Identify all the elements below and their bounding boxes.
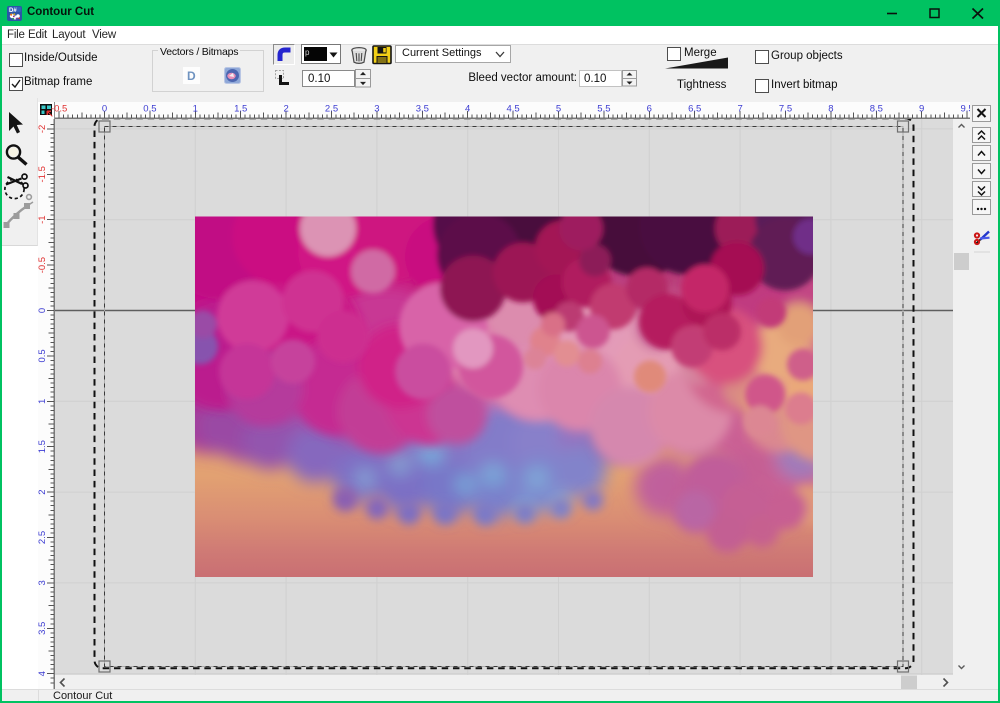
svg-text:1: 1 xyxy=(193,104,198,115)
svg-text:9: 9 xyxy=(919,104,924,115)
svg-text:7: 7 xyxy=(737,104,742,115)
svg-text:-1: -1 xyxy=(38,215,48,223)
svg-text:1.5: 1.5 xyxy=(234,104,247,115)
svg-text:-0.5: -0.5 xyxy=(38,257,48,273)
svg-text:0: 0 xyxy=(102,104,107,115)
svg-text:0: 0 xyxy=(38,308,48,313)
svg-text:-1.5: -1.5 xyxy=(38,166,48,182)
svg-text:2: 2 xyxy=(38,489,48,494)
svg-text:6: 6 xyxy=(647,104,652,115)
svg-text:3.5: 3.5 xyxy=(416,104,429,115)
svg-text:5: 5 xyxy=(556,104,561,115)
svg-text:-0.5: -0.5 xyxy=(51,104,67,115)
svg-text:2.5: 2.5 xyxy=(38,531,48,544)
svg-text:-2: -2 xyxy=(38,125,48,133)
svg-text:3: 3 xyxy=(38,580,48,585)
svg-text:4: 4 xyxy=(38,671,48,676)
svg-text:4.5: 4.5 xyxy=(506,104,519,115)
svg-text:8.5: 8.5 xyxy=(870,104,883,115)
svg-text:0.5: 0.5 xyxy=(38,349,48,362)
svg-text:2.5: 2.5 xyxy=(325,104,338,115)
svg-text:8: 8 xyxy=(828,104,833,115)
svg-text:3.5: 3.5 xyxy=(38,622,48,635)
svg-text:7.5: 7.5 xyxy=(779,104,792,115)
svg-text:4: 4 xyxy=(465,104,470,115)
svg-text:D#: D# xyxy=(9,8,17,14)
svg-text:2: 2 xyxy=(283,104,288,115)
svg-text:0.5: 0.5 xyxy=(143,104,156,115)
svg-text:6.5: 6.5 xyxy=(688,104,701,115)
svg-text:5.5: 5.5 xyxy=(597,104,610,115)
svg-text:1: 1 xyxy=(38,399,48,404)
svg-text:1.5: 1.5 xyxy=(38,440,48,453)
svg-text:3: 3 xyxy=(374,104,379,115)
